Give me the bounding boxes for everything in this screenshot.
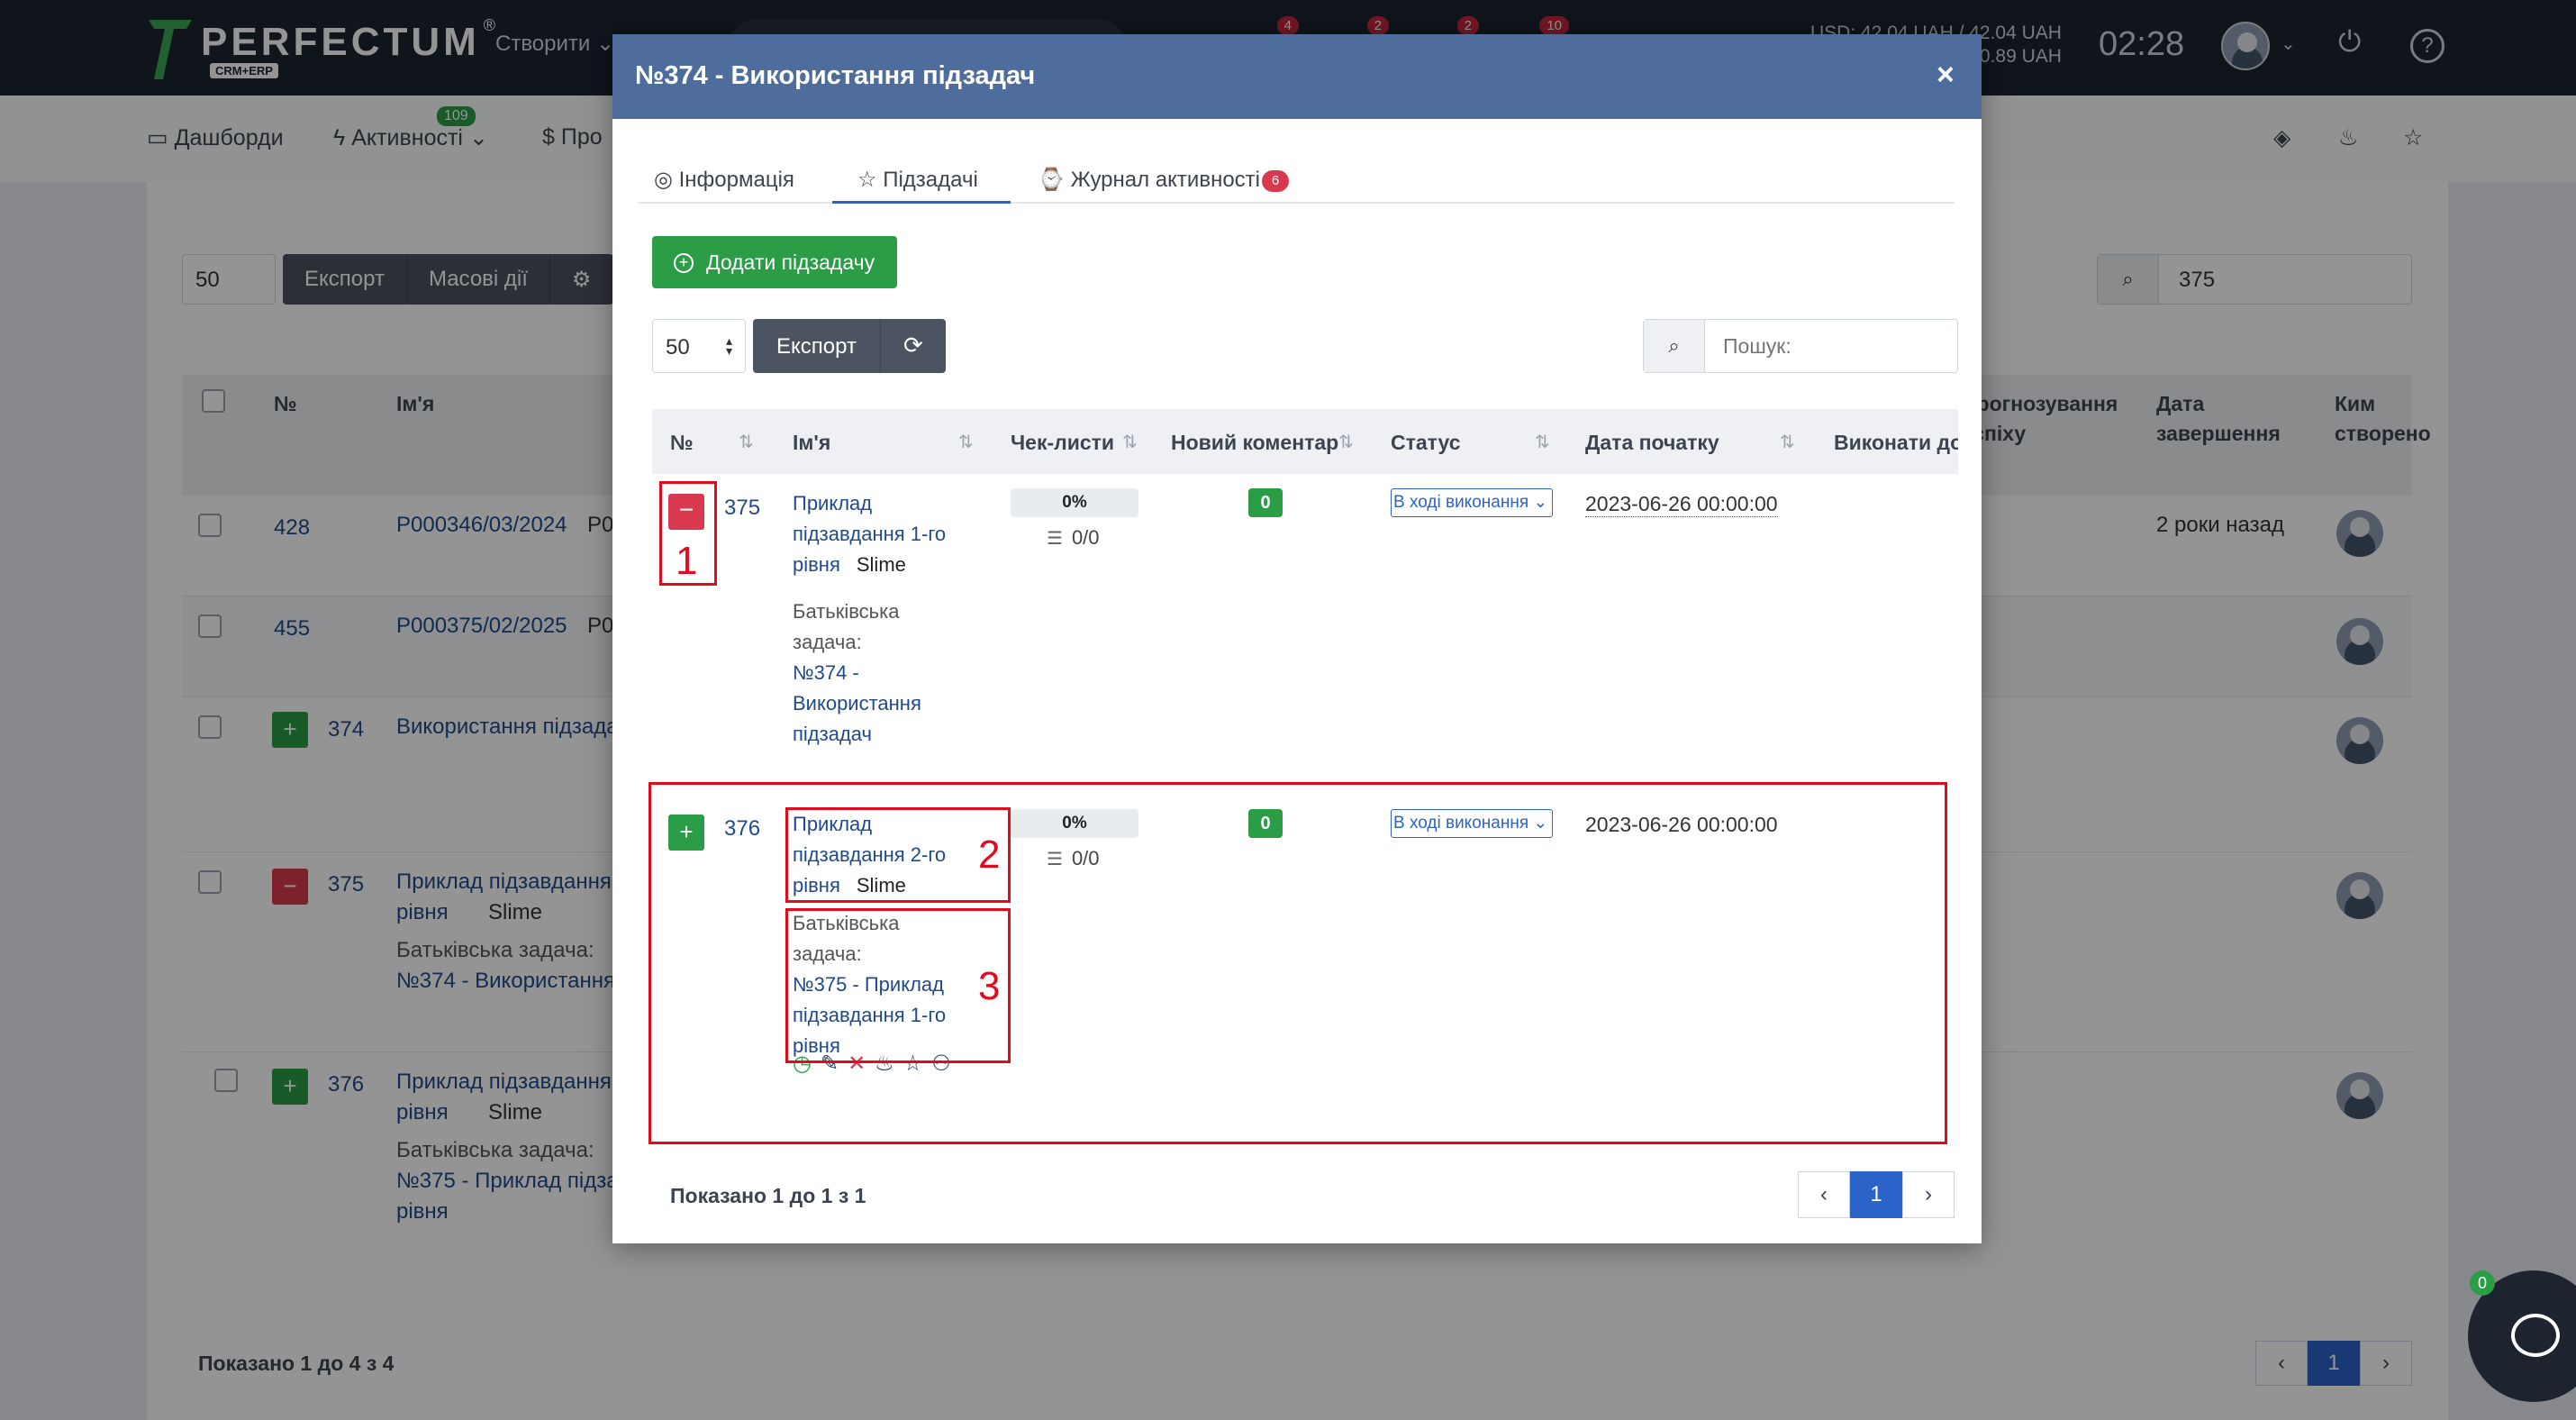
column-header-num[interactable]: № (670, 431, 694, 455)
column-header-status[interactable]: Статус (1391, 431, 1461, 455)
chevron-down-icon: ⌄ (1533, 493, 1548, 512)
check-circle-icon: ◎ (654, 168, 673, 192)
annotation-number: 2 (978, 833, 1001, 877)
new-comment-badge[interactable]: 0 (1248, 488, 1283, 517)
sort-icon[interactable]: ⇅ (739, 431, 754, 453)
column-header-due[interactable]: Виконати до (1834, 431, 1958, 455)
page-size-value: 50 (666, 335, 690, 360)
watch-icon: ⌚ (1038, 168, 1065, 192)
modal-search: ⌕ (1643, 319, 1958, 373)
column-header-start-date[interactable]: Дата початку (1585, 431, 1719, 455)
annotation-number: 1 (676, 539, 698, 583)
sort-icon[interactable]: ⇅ (1535, 431, 1550, 453)
sort-icon[interactable]: ⇅ (958, 431, 974, 453)
refresh-icon[interactable]: ⟳ (881, 319, 946, 373)
modal-title: №374 - Використання підзадач (635, 61, 1036, 90)
status-value: В ході виконання (1393, 493, 1529, 512)
export-button[interactable]: Експорт (753, 319, 881, 373)
modal-tabs: ◎ Інформація ☆ Підзадачі ⌚ Журнал активн… (638, 162, 1955, 204)
parent-label: Батьківська задача: (793, 600, 900, 653)
column-header-checklists[interactable]: Чек-листи (1011, 431, 1114, 455)
chat-badge: 0 (2470, 1270, 2495, 1296)
search-icon: ⌕ (1644, 320, 1705, 372)
add-subtask-button[interactable]: + Додати підзадачу (652, 236, 897, 288)
add-subtask-label: Додати підзадачу (706, 250, 875, 274)
subtasks-modal: №374 - Використання підзадач × ◎ Інформа… (612, 34, 1982, 1243)
status-select[interactable]: В ході виконання ⌄ (1391, 488, 1553, 517)
list-icon: ☰ (1047, 529, 1063, 549)
subtask-name[interactable]: Приклад підзавдання 1-го рівня Slime (793, 488, 973, 580)
search-input[interactable] (1705, 320, 1957, 372)
tab-label: Журнал активності (1070, 168, 1260, 192)
sort-icon[interactable]: ⇅ (1338, 431, 1354, 453)
next-page-button[interactable]: › (1902, 1171, 1955, 1218)
parent-task: Батьківська задача: №374 - Використання … (793, 596, 973, 750)
tab-information[interactable]: ◎ Інформація (654, 162, 794, 204)
subtasks-table-header: № ⇅ Ім'я ⇅ Чек-листи ⇅ Новий коментар ⇅ … (652, 409, 1958, 474)
prev-page-button[interactable]: ‹ (1798, 1171, 1850, 1218)
activity-log-badge: 6 (1262, 169, 1289, 192)
tab-label: Інформація (678, 168, 794, 192)
annotation-box-3 (785, 908, 1011, 1063)
subtask-id[interactable]: 375 (724, 496, 760, 521)
parent-task-link[interactable]: №374 - Використання підзадач (793, 658, 973, 750)
tab-activity-log[interactable]: ⌚ Журнал активності 6 (1038, 162, 1289, 204)
table-row[interactable]: − 375 Приклад підзавдання 1-го рівня Slim… (652, 474, 1958, 782)
sort-icon[interactable]: ⇅ (1780, 431, 1795, 453)
start-date[interactable]: 2023-06-26 00:00:00 (1585, 492, 1778, 517)
checklist-count: ☰ 0/0 (1047, 526, 1100, 550)
plus-circle-icon: + (674, 253, 694, 273)
checklist-progress: 0% (1011, 488, 1138, 517)
tab-label: Підзадачі (883, 168, 978, 192)
tab-subtasks[interactable]: ☆ Підзадачі (832, 162, 1011, 204)
modal-pagination: ‹ 1 › (1798, 1171, 1955, 1218)
annotation-box-2 (785, 807, 1011, 903)
star-icon: ☆ (857, 168, 877, 192)
assignee: Slime (856, 553, 906, 576)
page-button[interactable]: 1 (1850, 1171, 1902, 1218)
column-header-new-comment[interactable]: Новий коментар (1171, 431, 1338, 455)
annotation-number: 3 (978, 964, 1001, 1008)
sort-arrows-icon: ▴ ▾ (725, 333, 732, 358)
close-icon[interactable]: × (1937, 58, 1955, 93)
modal-toolbar: Експорт ⟳ (753, 319, 946, 373)
column-header-name[interactable]: Ім'я (793, 431, 830, 455)
modal-header: №374 - Використання підзадач × (612, 34, 1982, 119)
table-footer-info: Показано 1 до 1 з 1 (670, 1184, 866, 1207)
sort-icon[interactable]: ⇅ (1122, 431, 1138, 453)
checklist-value: 0/0 (1071, 526, 1100, 549)
page-size-select[interactable]: 50 ▴ ▾ (652, 319, 746, 373)
